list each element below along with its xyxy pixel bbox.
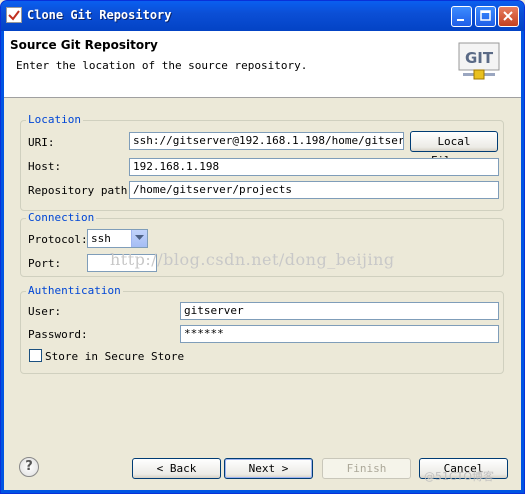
chevron-down-icon[interactable] [131, 230, 147, 247]
password-input[interactable]: ****** [180, 325, 499, 343]
minimize-button[interactable] [451, 6, 472, 27]
close-button[interactable] [498, 6, 519, 27]
dialog-window: Clone Git Repository Source Git Reposito… [0, 0, 525, 494]
git-logo-icon: GIT [458, 42, 500, 82]
password-label: Password: [28, 328, 88, 341]
next-button[interactable]: Next > [224, 458, 313, 479]
git-clone-icon [6, 7, 22, 23]
window-title: Clone Git Repository [27, 8, 172, 22]
banner-title: Source Git Repository [10, 38, 158, 52]
protocol-select[interactable]: ssh [87, 229, 148, 248]
user-input[interactable]: gitserver [180, 302, 499, 320]
protocol-label: Protocol: [28, 233, 88, 246]
repository-path-label: Repository path: [28, 184, 134, 197]
repository-path-input[interactable]: /home/gitserver/projects [129, 181, 499, 199]
authentication-group-label: Authentication [26, 284, 123, 297]
uri-input[interactable]: ssh://gitserver@192.168.1.198/home/gitse… [129, 132, 404, 150]
protocol-selected-value: ssh [91, 232, 111, 245]
wizard-banner: Source Git Repository Enter the location… [4, 31, 521, 98]
connection-group-label: Connection [26, 211, 97, 224]
host-input[interactable]: 192.168.1.198 [129, 158, 499, 176]
banner-description: Enter the location of the source reposit… [16, 59, 308, 72]
store-secure-checkbox[interactable] [29, 349, 42, 362]
port-label: Port: [28, 257, 62, 270]
host-label: Host: [28, 160, 62, 173]
uri-label: URI: [28, 136, 55, 149]
finish-button[interactable]: Finish [322, 458, 411, 479]
git-logo-text: GIT [465, 49, 494, 67]
corner-watermark: @51CTO博客 [424, 470, 495, 483]
maximize-button[interactable] [475, 6, 496, 27]
title-bar[interactable]: Clone Git Repository [1, 1, 524, 31]
local-file-button[interactable]: Local File... [410, 131, 498, 167]
store-secure-label: Store in Secure Store [45, 350, 185, 363]
user-label: User: [28, 305, 62, 318]
help-icon[interactable]: ? [19, 457, 39, 477]
blog-watermark: http://blog.csdn.net/dong_beijing [110, 250, 395, 269]
location-group-label: Location [26, 113, 83, 126]
back-button[interactable]: < Back [132, 458, 221, 479]
dialog-body: Source Git Repository Enter the location… [4, 31, 521, 490]
